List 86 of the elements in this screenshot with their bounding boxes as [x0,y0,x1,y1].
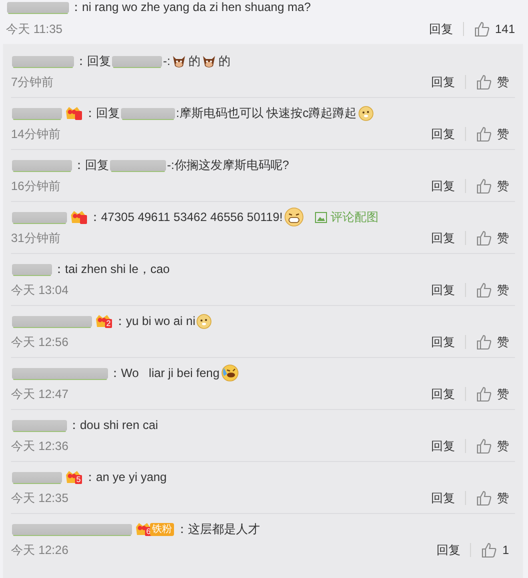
blurred-username[interactable] [7,2,69,12]
comment-text: ：an ye yi yang [84,469,167,486]
thumbs-up-icon [476,126,492,142]
reply-button[interactable]: 回复 [421,490,465,506]
comment-text: -: [163,53,170,70]
grinning-face-icon [284,207,304,227]
like-button[interactable]: 1 [471,541,515,559]
cow-face-icon [201,53,218,69]
dog-face-icon [196,313,212,329]
blurred-username[interactable] [12,56,74,66]
level-badge [80,215,87,224]
thumbs-up-icon [476,334,492,350]
level-badge: 5 [75,475,82,484]
comment-time: 今天 12:56 [11,334,70,350]
comment-time: 16分钟前 [11,178,62,194]
blurred-username[interactable] [110,160,166,170]
reply-button[interactable]: 回复 [421,438,465,454]
comment-text: ：47305 49611 53462 46556 50119! [89,209,283,226]
comment-text: 的 [188,53,200,70]
comment-text: ：tai zhen shi le，cao [53,261,170,278]
thumbs-up-icon [476,178,492,194]
comment-time: 今天 12:26 [11,542,70,558]
thumbs-up-icon [481,542,498,558]
level-badge: 2 [105,319,112,328]
reply-button[interactable]: 回复 [418,20,463,38]
thumbs-up-icon [476,230,492,246]
reply-button[interactable]: 回复 [421,126,465,142]
comment-time: 7分钟前 [11,74,55,90]
comment-text: ：yu bi wo ai ni [114,313,196,330]
thumbs-up-icon [476,438,492,454]
comment-text: ：回复 [84,105,120,122]
thumbs-up-icon [476,74,492,90]
comment-text: ：回复 [75,53,111,70]
thumbs-up-icon [474,21,490,37]
like-button[interactable]: 赞 [466,332,515,352]
blurred-username[interactable] [12,472,62,482]
like-button[interactable]: 赞 [466,124,515,144]
blurred-username[interactable] [12,316,92,326]
reply-button[interactable]: 回复 [421,386,465,402]
fan-tag: 铁粉 [150,522,174,536]
like-button[interactable]: 赞 [466,488,515,508]
comment-time: 今天 12:47 [11,386,70,402]
comment-text: ：回复 [73,157,109,174]
dog-face-icon [358,105,374,121]
reply-button[interactable]: 回复 [421,74,465,90]
reply-button[interactable]: 回复 [421,334,465,350]
comment-text: ：ni rang wo zhe yang da zi hen shuang ma? [70,0,311,14]
reply-button[interactable]: 回复 [426,542,470,558]
cow-face-icon [171,53,188,69]
like-button[interactable]: 赞 [466,228,515,248]
thumbs-up-icon [476,386,492,402]
comment-time: 31分钟前 [11,230,62,246]
comment-text: ：这层都是人才 [176,521,260,538]
blurred-username[interactable] [12,108,62,118]
like-button[interactable]: 赞 [466,280,515,300]
like-button[interactable]: 141 [464,20,521,38]
comment-time: 今天 11:35 [6,20,64,38]
like-button[interactable]: 赞 [466,72,515,92]
image-icon [314,212,327,222]
blurred-username[interactable] [12,264,52,274]
laughing-face-icon [220,364,238,382]
level-badge [75,111,82,120]
reply-button[interactable]: 回复 [421,178,465,194]
blurred-username[interactable] [12,212,67,222]
comment-text: ：Wo liar ji bei feng [109,365,220,382]
comment-time: 今天 13:04 [11,282,70,298]
comment-time: 14分钟前 [11,126,62,142]
thumbs-up-icon [476,490,492,506]
blurred-username[interactable] [12,524,132,534]
blurred-username[interactable] [112,56,162,66]
comment-text: -:你搁这发摩斯电码呢? [167,157,290,174]
like-button[interactable]: 赞 [466,176,515,196]
reply-button[interactable]: 回复 [421,282,465,298]
comment-time: 今天 12:35 [11,490,70,506]
reply-button[interactable]: 回复 [421,230,465,246]
comment-text: 的 [218,53,230,70]
thumbs-up-icon [476,282,492,298]
like-button[interactable]: 赞 [466,436,515,456]
blurred-username[interactable] [12,420,67,430]
blurred-username[interactable] [12,368,108,378]
comment-text: :摩斯电码也可以 快速按c蹲起蹲起 [176,105,357,122]
blurred-username[interactable] [12,160,72,170]
comment-time: 今天 12:36 [11,438,70,454]
blurred-username[interactable] [121,108,175,118]
comment-text: ：dou shi ren cai [68,417,158,434]
like-button[interactable]: 赞 [466,384,515,404]
